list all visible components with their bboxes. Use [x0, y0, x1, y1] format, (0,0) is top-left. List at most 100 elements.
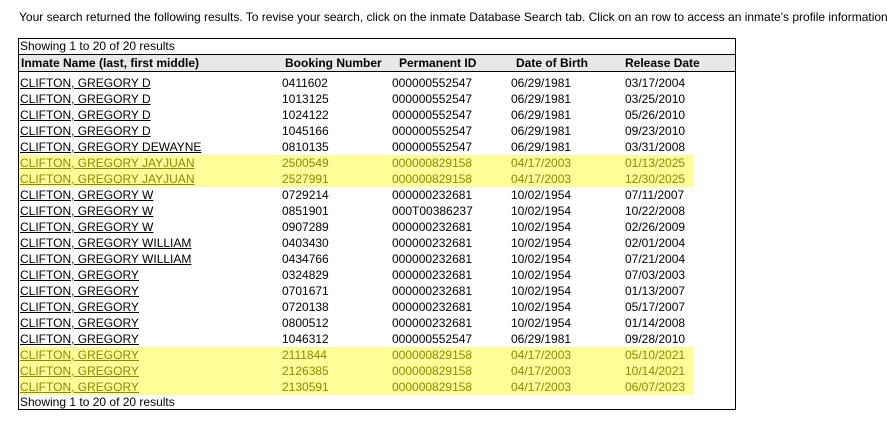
release-date-cell: 02/26/2009: [625, 220, 686, 234]
table-row[interactable]: CLIFTON, GREGORY 2126385 000000829158 04/17…: [19, 363, 694, 379]
inmate-name-link[interactable]: CLIFTON, GREGORY: [20, 284, 139, 298]
booking-number-cell: 2111844: [282, 348, 327, 362]
permanent-id-cell: 000000829158: [392, 172, 473, 186]
table-row[interactable]: CLIFTON, GREGORY 2130591 000000829158 04/17…: [19, 379, 694, 395]
date-of-birth-cell: 10/02/1954: [511, 204, 572, 218]
inmate-name-link[interactable]: CLIFTON, GREGORY D: [20, 92, 151, 106]
booking-number-cell: 2130591: [282, 380, 329, 394]
permanent-id-cell: 000000232681: [392, 268, 473, 282]
booking-number-cell: 2500549: [282, 156, 329, 170]
inmate-name-link[interactable]: CLIFTON, GREGORY D: [20, 76, 151, 90]
date-of-birth-cell: 06/29/1981: [511, 140, 572, 154]
table-row[interactable]: CLIFTON, GREGORY 0720138 000000232681 10/02…: [19, 299, 735, 315]
table-row[interactable]: CLIFTON, GREGORY WILLIAM 0403430 000000232…: [19, 235, 735, 251]
permanent-id-cell: 000000232681: [392, 188, 473, 202]
column-header-date-of-birth: Date of Birth: [516, 56, 588, 70]
release-date-cell: 05/10/2021: [625, 348, 686, 362]
inmate-name-link[interactable]: CLIFTON, GREGORY: [20, 268, 139, 282]
table-row[interactable]: CLIFTON, GREGORY 1046312 000000552547 06/29…: [19, 331, 735, 347]
release-date-cell: 03/17/2004: [625, 76, 686, 90]
booking-number-cell: 1045166: [282, 124, 329, 138]
booking-number-cell: 0411602: [282, 76, 328, 90]
table-row[interactable]: CLIFTON, GREGORY W 0907289 000000232681 10/…: [19, 219, 735, 235]
permanent-id-cell: 000000232681: [392, 284, 473, 298]
date-of-birth-cell: 06/29/1981: [511, 76, 572, 90]
inmate-name-link[interactable]: CLIFTON, GREGORY: [20, 364, 139, 378]
date-of-birth-cell: 10/02/1954: [511, 300, 572, 314]
inmate-name-link[interactable]: CLIFTON, GREGORY: [20, 380, 139, 394]
table-row[interactable]: CLIFTON, GREGORY JAYJUAN 2527991 000000829…: [19, 171, 694, 187]
table-row[interactable]: CLIFTON, GREGORY D 0411602 000000552547 06/…: [19, 75, 735, 91]
booking-number-cell: 0324829: [282, 268, 329, 282]
inmate-name-link[interactable]: CLIFTON, GREGORY W: [20, 204, 153, 218]
booking-number-cell: 1013125: [282, 92, 329, 106]
date-of-birth-cell: 10/02/1954: [511, 268, 572, 282]
column-header-booking-number: Booking Number: [285, 56, 382, 70]
release-date-cell: 07/21/2004: [625, 252, 686, 266]
inmate-name-link[interactable]: CLIFTON, GREGORY WILLIAM: [20, 236, 191, 250]
table-row[interactable]: CLIFTON, GREGORY 2111844 000000829158 04/17…: [19, 347, 694, 363]
results-table: Showing 1 to 20 of 20 results Inmate Nam…: [18, 38, 736, 410]
table-row[interactable]: CLIFTON, GREGORY DEWAYNE 0810135 000000552…: [19, 139, 735, 155]
inmate-name-link[interactable]: CLIFTON, GREGORY D: [20, 108, 151, 122]
release-date-cell: 10/22/2008: [625, 204, 686, 218]
release-date-cell: 07/03/2003: [625, 268, 686, 282]
table-row[interactable]: CLIFTON, GREGORY D 1045166 000000552547 06/…: [19, 123, 735, 139]
table-row[interactable]: CLIFTON, GREGORY 0800512 000000232681 10/02…: [19, 315, 735, 331]
inmate-name-link[interactable]: CLIFTON, GREGORY: [20, 348, 139, 362]
release-date-cell: 01/13/2007: [625, 284, 686, 298]
table-row[interactable]: CLIFTON, GREGORY D 1013125 000000552547 06/…: [19, 91, 735, 107]
instructions-text: Your search returned the following resul…: [19, 10, 887, 24]
inmate-name-link[interactable]: CLIFTON, GREGORY W: [20, 220, 153, 234]
results-count-bottom: Showing 1 to 20 of 20 results: [20, 395, 175, 409]
date-of-birth-cell: 10/02/1954: [511, 236, 572, 250]
date-of-birth-cell: 10/02/1954: [511, 284, 572, 298]
release-date-cell: 12/30/2025: [625, 172, 686, 186]
date-of-birth-cell: 10/02/1954: [511, 316, 572, 330]
booking-number-cell: 0403430: [282, 236, 329, 250]
inmate-name-link[interactable]: CLIFTON, GREGORY W: [20, 188, 153, 202]
inmate-name-link[interactable]: CLIFTON, GREGORY JAYJUAN: [20, 156, 194, 170]
inmate-name-link[interactable]: CLIFTON, GREGORY JAYJUAN: [20, 172, 194, 186]
permanent-id-cell: 000000232681: [392, 220, 473, 234]
table-row[interactable]: CLIFTON, GREGORY WILLIAM 0434766 000000232…: [19, 251, 735, 267]
permanent-id-cell: 000000552547: [392, 140, 473, 154]
table-row[interactable]: CLIFTON, GREGORY D 1024122 000000552547 06/…: [19, 107, 735, 123]
booking-number-cell: 0851901: [282, 204, 329, 218]
date-of-birth-cell: 06/29/1981: [511, 332, 572, 346]
date-of-birth-cell: 04/17/2003: [511, 364, 572, 378]
inmate-name-link[interactable]: CLIFTON, GREGORY: [20, 316, 139, 330]
permanent-id-cell: 000000232681: [392, 236, 473, 250]
release-date-cell: 01/13/2025: [625, 156, 686, 170]
release-date-cell: 10/14/2021: [625, 364, 686, 378]
table-row[interactable]: CLIFTON, GREGORY W 0729214 000000232681 10/…: [19, 187, 735, 203]
booking-number-cell: 0729214: [282, 188, 329, 202]
inmate-name-link[interactable]: CLIFTON, GREGORY D: [20, 124, 151, 138]
table-row[interactable]: CLIFTON, GREGORY JAYJUAN 2500549 000000829…: [19, 155, 694, 171]
permanent-id-cell: 000000552547: [392, 92, 473, 106]
booking-number-cell: 0434766: [282, 252, 329, 266]
inmate-name-link[interactable]: CLIFTON, GREGORY DEWAYNE: [20, 140, 201, 154]
permanent-id-cell: 000000829158: [392, 364, 473, 378]
table-row[interactable]: CLIFTON, GREGORY 0324829 000000232681 10/02…: [19, 267, 735, 283]
date-of-birth-cell: 04/17/2003: [511, 380, 572, 394]
booking-number-cell: 0720138: [282, 300, 329, 314]
permanent-id-cell: 000000829158: [392, 156, 473, 170]
release-date-cell: 03/25/2010: [625, 92, 686, 106]
inmate-name-link[interactable]: CLIFTON, GREGORY: [20, 332, 139, 346]
inmate-name-link[interactable]: CLIFTON, GREGORY: [20, 300, 139, 314]
date-of-birth-cell: 06/29/1981: [511, 124, 572, 138]
table-row[interactable]: CLIFTON, GREGORY 0701671 000000232681 10/02…: [19, 283, 735, 299]
release-date-cell: 03/31/2008: [625, 140, 686, 154]
table-header: Inmate Name (last, first middle) Booking…: [19, 54, 735, 72]
booking-number-cell: 0800512: [282, 316, 329, 330]
permanent-id-cell: 000000552547: [392, 108, 473, 122]
booking-number-cell: 2527991: [282, 172, 329, 186]
inmate-name-link[interactable]: CLIFTON, GREGORY WILLIAM: [20, 252, 191, 266]
release-date-cell: 05/17/2007: [625, 300, 686, 314]
release-date-cell: 05/26/2010: [625, 108, 686, 122]
booking-number-cell: 1046312: [282, 332, 329, 346]
table-row[interactable]: CLIFTON, GREGORY W 0851901 000T00386237 10/…: [19, 203, 735, 219]
results-count-top: Showing 1 to 20 of 20 results: [20, 39, 175, 53]
release-date-cell: 01/14/2008: [625, 316, 686, 330]
